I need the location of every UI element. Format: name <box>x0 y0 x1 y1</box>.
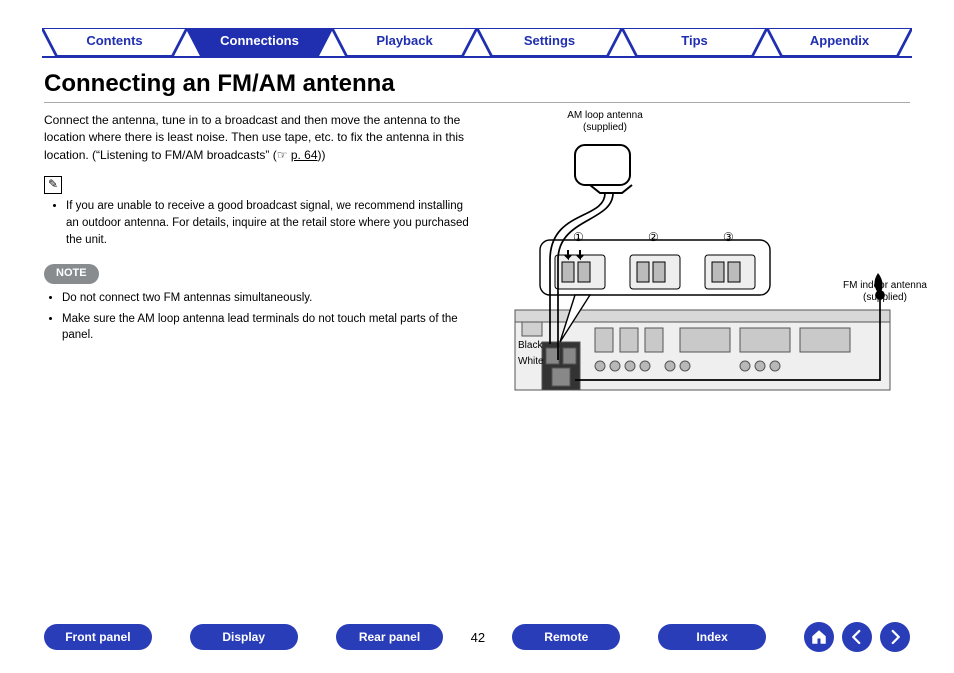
tab-tips[interactable]: Tips <box>622 28 767 56</box>
heading-rule <box>44 102 910 103</box>
btn-rear-panel[interactable]: Rear panel <box>336 624 444 650</box>
tab-connections[interactable]: Connections <box>187 28 332 56</box>
page-title: Connecting an FM/AM antenna <box>44 70 395 98</box>
home-icon[interactable] <box>804 622 834 652</box>
wire-black-label: Black <box>518 340 542 352</box>
page-number: 42 <box>453 630 502 645</box>
note-item: Do not connect two FM antennas simultane… <box>62 290 474 307</box>
tab-appendix[interactable]: Appendix <box>767 28 912 56</box>
am-antenna-label: AM loop antenna (supplied) <box>560 110 650 134</box>
nav-icons <box>804 622 910 652</box>
step-marker-2: ② <box>648 230 659 244</box>
tab-label: Playback <box>376 33 432 48</box>
step-marker-1: ① <box>573 230 584 244</box>
btn-index[interactable]: Index <box>658 624 766 650</box>
btn-remote[interactable]: Remote <box>512 624 620 650</box>
fm-antenna-label: FM indoor antenna (supplied) <box>835 280 935 304</box>
btn-display[interactable]: Display <box>190 624 298 650</box>
info-item: If you are unable to receive a good broa… <box>66 198 474 248</box>
btn-front-panel[interactable]: Front panel <box>44 624 152 650</box>
tab-contents[interactable]: Contents <box>42 28 187 56</box>
tab-label: Appendix <box>810 33 869 48</box>
note-item: Make sure the AM loop antenna lead termi… <box>62 311 474 344</box>
tab-label: Contents <box>86 33 142 48</box>
tab-label: Tips <box>681 33 708 48</box>
top-tabs: Contents Connections Playback Settings T… <box>42 28 912 58</box>
prev-page-icon[interactable] <box>842 622 872 652</box>
note-list: Do not connect two FM antennas simultane… <box>62 290 474 344</box>
intro-tail: )) <box>318 148 326 162</box>
pencil-icon: ✎ <box>44 176 62 194</box>
tab-label: Connections <box>220 33 299 48</box>
connection-diagram: AM loop antenna (supplied) FM indoor ant… <box>480 110 920 410</box>
tab-playback[interactable]: Playback <box>332 28 477 56</box>
next-page-icon[interactable] <box>880 622 910 652</box>
tab-settings[interactable]: Settings <box>477 28 622 56</box>
step-marker-3: ③ <box>723 230 734 244</box>
body-text: Connect the antenna, tune in to a broadc… <box>44 112 474 348</box>
page-reference-link[interactable]: p. 64 <box>291 148 318 162</box>
note-badge: NOTE <box>44 264 99 284</box>
bottom-bar: Front panel Display Rear panel 42 Remote… <box>44 621 910 653</box>
info-list: If you are unable to receive a good broa… <box>66 198 474 248</box>
wire-white-label: White <box>518 356 544 368</box>
intro-text: Connect the antenna, tune in to a broadc… <box>44 113 464 162</box>
tab-label: Settings <box>524 33 575 48</box>
